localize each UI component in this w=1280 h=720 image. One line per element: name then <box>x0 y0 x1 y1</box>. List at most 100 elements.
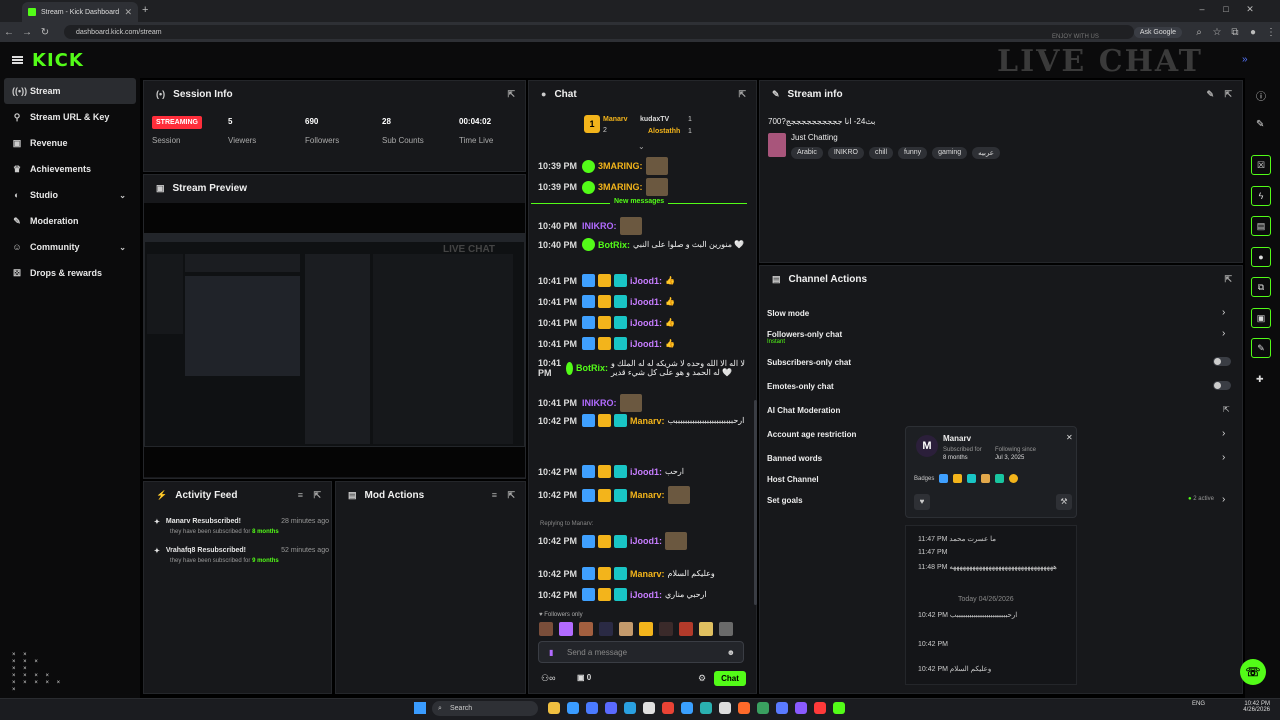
emote-button[interactable] <box>639 622 653 636</box>
taskbar-clock[interactable]: 10:42 PM 4/26/2026 <box>1238 701 1270 713</box>
rail-chat-users-icon[interactable]: ☒ <box>1251 155 1271 175</box>
taskbar-app-icon[interactable] <box>795 702 807 714</box>
forward-icon[interactable]: → <box>18 27 36 38</box>
popout-icon[interactable]: ⇱ <box>1224 89 1232 100</box>
stream-tag[interactable]: Arabic <box>791 147 823 159</box>
emote-button[interactable] <box>619 622 633 636</box>
chat-send-button[interactable]: Chat <box>714 671 746 686</box>
heart-icon[interactable]: ♥ <box>914 494 930 510</box>
rail-wrench-icon[interactable]: ✎ <box>1251 338 1271 358</box>
edit-pencil-icon[interactable]: ✎ <box>1256 119 1264 130</box>
sidebar-item-community[interactable]: ☺ Community ⌄ <box>4 234 136 260</box>
chat-username[interactable]: Manarv: <box>630 490 665 500</box>
chevron-right-icon[interactable]: › <box>1222 494 1225 505</box>
ban-hammer-icon[interactable]: ⚒ <box>1056 494 1072 510</box>
emote-button[interactable] <box>679 622 693 636</box>
menu-kebab-icon[interactable]: ⋮ <box>1262 27 1280 38</box>
sidebar-item-stream-url-key[interactable]: ⚲ Stream URL & Key <box>4 104 136 130</box>
taskbar-app-icon[interactable] <box>776 702 788 714</box>
minimize-icon[interactable]: – <box>1190 4 1214 15</box>
video-player[interactable]: LIVE CHAT <box>144 203 526 477</box>
new-tab-button[interactable]: + <box>142 4 148 16</box>
taskbar-app-icon[interactable] <box>719 702 731 714</box>
gifter-name[interactable]: Alostathh <box>648 128 680 135</box>
extensions-icon[interactable]: ⧉ <box>1226 27 1244 38</box>
taskbar-app-icon[interactable] <box>624 702 636 714</box>
support-chat-icon[interactable]: ☏ <box>1240 659 1266 685</box>
reload-icon[interactable]: ↻ <box>36 27 54 38</box>
chat-username[interactable]: BotRix: <box>576 363 608 373</box>
sidebar-item-revenue[interactable]: ▣ Revenue <box>4 130 136 156</box>
taskbar-search[interactable]: ⌕ Search <box>432 701 538 716</box>
url-field[interactable]: dashboard.kick.com/stream <box>64 25 1134 39</box>
rail-chat-icon[interactable]: ● <box>1251 247 1271 267</box>
collapse-rail-icon[interactable]: » <box>1242 54 1248 65</box>
chat-username[interactable]: INIKRO: <box>582 221 617 231</box>
stream-tag[interactable]: gaming <box>932 147 968 159</box>
emote-button[interactable] <box>719 622 733 636</box>
popout-icon[interactable]: ⇱ <box>738 89 746 100</box>
sidebar-item-drops-rewards[interactable]: ⚄ Drops & rewards <box>4 260 136 286</box>
chat-username[interactable]: iJood1: <box>630 536 662 546</box>
taskbar-app-icon[interactable] <box>700 702 712 714</box>
category-name[interactable]: Just Chatting <box>791 133 838 142</box>
chat-username[interactable]: iJood1: <box>630 339 662 349</box>
filter-icon[interactable]: ≡ <box>492 490 497 500</box>
chat-input[interactable]: ▮ Send a message ☻ <box>538 641 744 663</box>
popout-icon[interactable]: ⇱ <box>313 490 321 501</box>
chat-username[interactable]: iJood1: <box>630 467 662 477</box>
people-icon[interactable]: ⚇∞ <box>541 673 555 684</box>
gifter-name[interactable]: Manarv <box>603 116 628 123</box>
chat-username[interactable]: iJood1: <box>630 276 662 286</box>
emote-button[interactable] <box>599 622 613 636</box>
rail-lightning-icon[interactable]: ϟ <box>1251 186 1271 206</box>
taskbar-app-icon[interactable] <box>567 702 579 714</box>
close-window-icon[interactable]: ✕ <box>1238 4 1262 15</box>
channel-action-row[interactable]: Account age restriction <box>767 430 856 439</box>
settings-gear-icon[interactable]: ⚙ <box>698 673 706 684</box>
rail-add-widget-icon[interactable]: ✚ <box>1256 374 1264 385</box>
popout-icon[interactable]: ⇱ <box>507 490 515 501</box>
channel-action-row[interactable]: AI Chat Moderation <box>767 406 840 415</box>
sidebar-item-moderation[interactable]: ✎ Moderation <box>4 208 136 234</box>
browser-tab[interactable]: Stream - Kick Dashboard ✕ <box>22 2 138 22</box>
stream-tag[interactable]: funny <box>898 147 928 159</box>
chat-username[interactable]: INIKRO: <box>582 398 617 408</box>
channel-action-row[interactable]: Banned words <box>767 454 822 463</box>
emote-button[interactable] <box>579 622 593 636</box>
filter-icon[interactable]: ≡ <box>298 490 303 500</box>
chat-scrollbar[interactable] <box>754 400 757 605</box>
stream-tag[interactable]: عربيه <box>972 147 1000 159</box>
chat-username[interactable]: iJood1: <box>630 297 662 307</box>
chat-username[interactable]: iJood1: <box>630 590 662 600</box>
info-icon[interactable]: ⓘ <box>1256 88 1266 103</box>
taskbar-app-icon[interactable] <box>548 702 560 714</box>
bookmark-star-icon[interactable]: ☆ <box>1208 27 1226 38</box>
maximize-icon[interactable]: □ <box>1214 4 1238 15</box>
emote-button[interactable] <box>559 622 573 636</box>
emotes-only-toggle[interactable] <box>1213 381 1231 390</box>
taskbar-app-icon[interactable] <box>833 702 845 714</box>
chat-username[interactable]: Manarv: <box>630 416 665 426</box>
taskbar-app-icon[interactable] <box>643 702 655 714</box>
close-icon[interactable]: ✕ <box>1066 433 1073 442</box>
emote-button[interactable] <box>539 622 553 636</box>
chat-username[interactable]: 3MARING: <box>598 182 643 192</box>
taskbar-app-icon[interactable] <box>738 702 750 714</box>
sidebar-item-achievements[interactable]: ♛ Achievements <box>4 156 136 182</box>
external-link-icon[interactable]: ⇱ <box>1223 405 1230 414</box>
taskbar-app-icon[interactable] <box>586 702 598 714</box>
ask-google-button[interactable]: Ask Google <box>1133 26 1182 38</box>
emoji-icon[interactable]: ☻ <box>727 648 735 657</box>
user-card-name[interactable]: Manarv <box>943 434 971 443</box>
channel-action-row[interactable]: Host Channel <box>767 475 819 484</box>
taskbar-app-icon[interactable] <box>662 702 674 714</box>
edit-pencil-icon[interactable]: ✎ <box>1206 89 1214 100</box>
rail-mod-icon[interactable]: ▣ <box>1251 308 1271 328</box>
taskbar-app-icon[interactable] <box>605 702 617 714</box>
chat-username[interactable]: BotRix: <box>598 240 630 250</box>
channel-action-row[interactable]: Emotes-only chat <box>767 382 834 391</box>
rail-doc-icon[interactable]: ▤ <box>1251 216 1271 236</box>
back-icon[interactable]: ← <box>0 27 18 38</box>
chat-username[interactable]: 3MARING: <box>598 161 643 171</box>
